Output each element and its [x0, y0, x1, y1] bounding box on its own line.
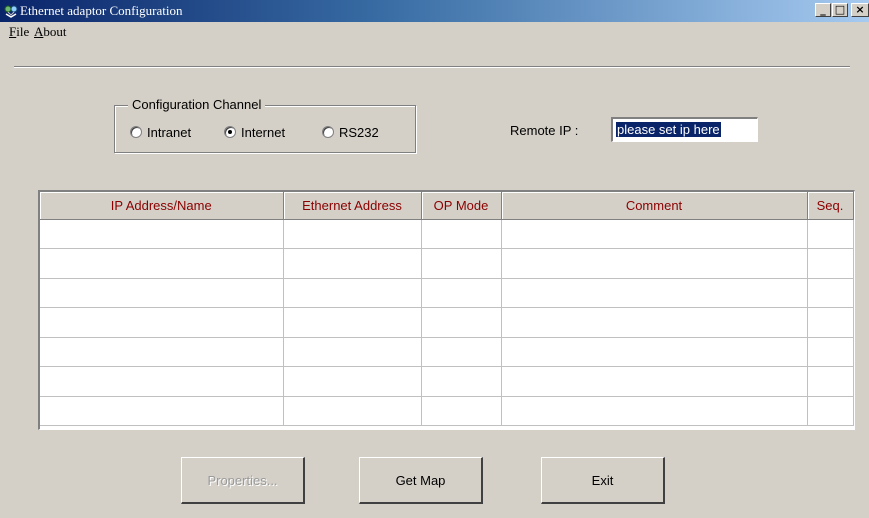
title-bar[interactable]: Ethernet adaptor Configuration _ □ ×	[0, 0, 869, 22]
column-header-ethernet-address[interactable]: Ethernet Address	[283, 192, 422, 220]
table-cell	[421, 219, 502, 249]
table-cell	[501, 337, 808, 367]
close-button[interactable]: ×	[851, 3, 869, 17]
maximize-button[interactable]: □	[832, 3, 848, 17]
radio-internet-label: Internet	[241, 124, 286, 140]
table-cell	[501, 219, 808, 249]
column-header-ip-address[interactable]: IP Address/Name	[40, 192, 284, 220]
device-table-grid: IP Address/Name Ethernet Address OP Mode…	[40, 192, 854, 426]
table-cell	[40, 219, 284, 249]
table-cell	[40, 307, 284, 338]
table-header-row: IP Address/Name Ethernet Address OP Mode…	[40, 192, 854, 220]
table-row[interactable]	[40, 337, 854, 367]
minimize-button[interactable]: _	[815, 3, 831, 17]
remote-ip-input[interactable]: please set ip here	[611, 117, 758, 142]
exit-button[interactable]: Exit	[541, 457, 665, 504]
table-cell	[807, 307, 854, 338]
table-cell	[283, 278, 422, 308]
properties-button[interactable]: Properties...	[181, 457, 305, 504]
table-cell	[283, 248, 422, 279]
table-cell	[421, 307, 502, 338]
remote-ip-label: Remote IP :	[510, 123, 579, 138]
table-cell	[421, 337, 502, 367]
table-cell	[501, 307, 808, 338]
radio-internet-indicator[interactable]	[224, 126, 236, 138]
table-cell	[421, 278, 502, 308]
table-cell	[283, 396, 422, 426]
table-cell	[807, 248, 854, 279]
table-cell	[283, 337, 422, 367]
table-cell	[421, 248, 502, 279]
table-cell	[40, 278, 284, 308]
table-cell	[40, 396, 284, 426]
get-map-button[interactable]: Get Map	[359, 457, 483, 504]
radio-intranet[interactable]: Intranet	[130, 124, 191, 140]
radio-rs232-indicator[interactable]	[322, 126, 334, 138]
table-cell	[40, 337, 284, 367]
network-adapter-icon	[4, 5, 18, 18]
table-row[interactable]	[40, 248, 854, 279]
table-row[interactable]	[40, 219, 854, 249]
table-cell	[807, 366, 854, 397]
table-cell	[283, 366, 422, 397]
table-cell	[501, 248, 808, 279]
table-cell	[421, 396, 502, 426]
table-cell	[501, 366, 808, 397]
radio-rs232-label: RS232	[339, 124, 379, 140]
table-row[interactable]	[40, 366, 854, 397]
table-cell	[40, 366, 284, 397]
column-header-comment[interactable]: Comment	[501, 192, 808, 220]
menu-separator	[14, 66, 850, 68]
menu-bar: File About	[0, 22, 869, 42]
column-header-seq[interactable]: Seq.	[807, 192, 854, 220]
column-header-op-mode[interactable]: OP Mode	[421, 192, 502, 220]
window-title: Ethernet adaptor Configuration	[20, 3, 183, 18]
menu-file[interactable]: File	[9, 24, 29, 40]
remote-ip-value: please set ip here	[616, 122, 721, 137]
table-cell	[807, 396, 854, 426]
table-cell	[807, 337, 854, 367]
radio-intranet-label: Intranet	[147, 124, 192, 140]
radio-intranet-indicator[interactable]	[130, 126, 142, 138]
radio-internet[interactable]: Internet	[224, 124, 285, 140]
table-cell	[283, 219, 422, 249]
table-cell	[283, 307, 422, 338]
configuration-channel-label: Configuration Channel	[128, 97, 266, 112]
device-table[interactable]: IP Address/Name Ethernet Address OP Mode…	[38, 190, 855, 430]
menu-about[interactable]: About	[34, 24, 67, 40]
table-cell	[807, 219, 854, 249]
table-cell	[421, 366, 502, 397]
table-row[interactable]	[40, 307, 854, 338]
table-cell	[501, 396, 808, 426]
table-cell	[40, 248, 284, 279]
table-row[interactable]	[40, 396, 854, 426]
table-row[interactable]	[40, 278, 854, 308]
table-cell	[501, 278, 808, 308]
radio-rs232[interactable]: RS232	[322, 124, 379, 140]
table-cell	[807, 278, 854, 308]
